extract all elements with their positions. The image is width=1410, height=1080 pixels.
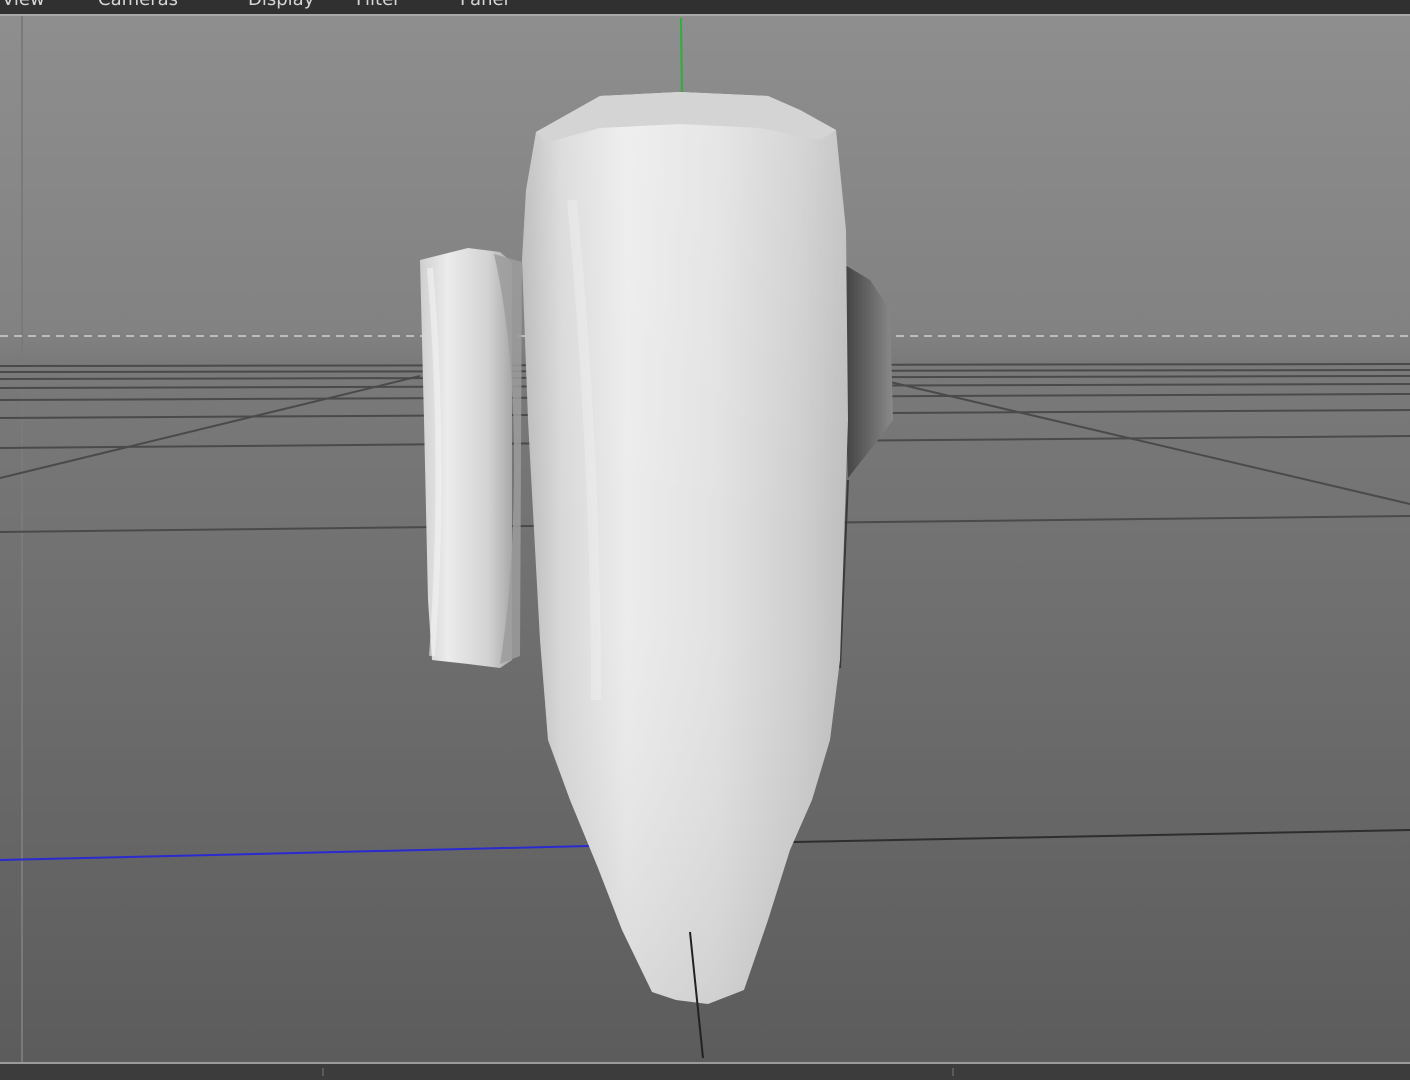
menu-filter[interactable]: Filter (356, 0, 401, 9)
menu-display[interactable]: Display (248, 0, 314, 9)
viewport-menubar: View Cameras Display Filter Panel (0, 0, 1410, 14)
menu-panel[interactable]: Panel (460, 0, 509, 9)
menu-view[interactable]: View (2, 0, 45, 9)
viewport-canvas[interactable] (0, 16, 1410, 1062)
viewport-bottom-bar (0, 1062, 1410, 1080)
3d-viewport[interactable] (0, 16, 1410, 1062)
y-axis-line (680, 17, 683, 95)
timeline-tick (322, 1068, 324, 1076)
cinema4d-viewport-window: View Cameras Display Filter Panel (0, 0, 1410, 1080)
front-ring (420, 248, 522, 668)
timeline-tick (952, 1068, 954, 1076)
menu-cameras[interactable]: Cameras (98, 0, 178, 9)
